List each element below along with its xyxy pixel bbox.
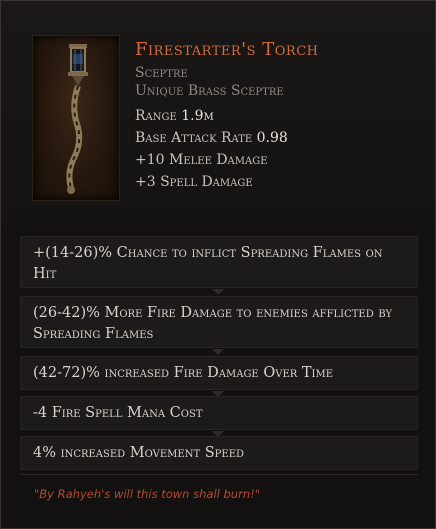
item-rarity-line: Unique Brass Sceptre [135, 83, 284, 99]
lore-text: "By Rahyeh's will this town shall burn!" [20, 474, 418, 518]
affix-row: (42-72)% increased Fire Damage Over Time [20, 356, 418, 390]
stat-melee-damage: +10 Melee Damage [135, 152, 268, 168]
affix-row: 4% increased Movement Speed [20, 436, 418, 470]
stat-range: Range 1.9m [135, 108, 214, 124]
stat-spell-damage: +3 Spell Damage [135, 174, 253, 190]
affix-text: +(14-26)% Chance to inflict Spreading Fl… [33, 245, 383, 282]
affix-divider-notch [212, 349, 224, 355]
affix-row: (26-42)% More Fire Damage to enemies aff… [20, 296, 418, 348]
stat-attack-rate: Base Attack Rate 0.98 [135, 130, 288, 146]
stat-range-value: 1.9m [181, 108, 214, 124]
item-name: Firestarter's Torch [135, 39, 319, 60]
item-tooltip: Firestarter's Torch Sceptre Unique Brass… [0, 0, 436, 529]
affix-row: +(14-26)% Chance to inflict Spreading Fl… [20, 236, 418, 288]
brass-sceptre-icon [66, 44, 88, 194]
affix-text: (42-72)% increased Fire Damage Over Time [33, 365, 334, 381]
affix-row: -4 Fire Spell Mana Cost [20, 396, 418, 430]
affix-text: 4% increased Movement Speed [33, 445, 245, 461]
stat-attack-rate-label: Base Attack Rate [135, 130, 253, 146]
stat-attack-rate-value: 0.98 [256, 130, 288, 146]
affix-divider-notch [212, 289, 224, 295]
affix-text: (26-42)% More Fire Damage to enemies aff… [33, 305, 393, 342]
stat-range-label: Range [135, 108, 177, 124]
affix-text: -4 Fire Spell Mana Cost [33, 405, 203, 421]
item-image-frame [32, 35, 120, 201]
item-header: Firestarter's Torch Sceptre Unique Brass… [1, 1, 435, 225]
item-base-type: Sceptre [135, 65, 188, 81]
